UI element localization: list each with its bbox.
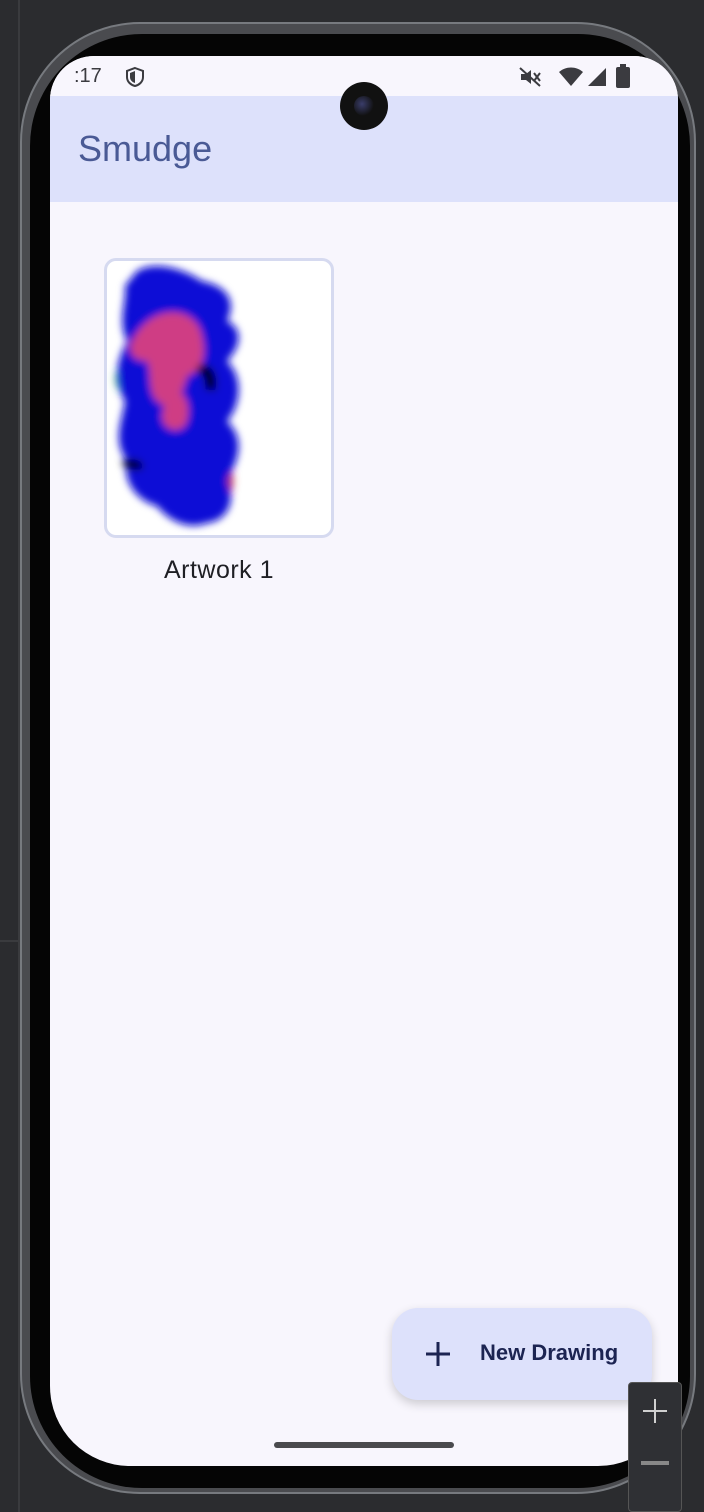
device-screen: :17 Smudge Artwork 1 New Drawing	[50, 56, 678, 1466]
zoom-out-icon[interactable]	[641, 1461, 669, 1465]
emulator-zoom-controls	[628, 1382, 682, 1512]
new-drawing-button[interactable]: New Drawing	[392, 1308, 652, 1400]
artwork-preview-image	[115, 265, 239, 526]
battery-icon	[616, 64, 630, 88]
new-drawing-label: New Drawing	[480, 1340, 619, 1365]
emulator-stage: :17 Smudge Artwork 1 New Drawing	[0, 0, 704, 1512]
app-title: Smudge	[78, 128, 213, 169]
wifi-icon	[559, 67, 583, 86]
artwork-title[interactable]: Artwork 1	[104, 556, 334, 585]
zoom-in-icon[interactable]	[641, 1397, 669, 1425]
home-gesture-bar[interactable]	[274, 1442, 454, 1448]
mute-icon	[519, 67, 541, 87]
camera-lens	[354, 96, 374, 116]
shield-icon	[126, 66, 144, 88]
plus-icon	[426, 1342, 450, 1366]
signal-icon	[588, 68, 606, 86]
status-time: :17	[74, 65, 102, 87]
front-camera	[340, 82, 388, 130]
ide-divider-horizontal	[0, 940, 18, 942]
artwork-thumbnail[interactable]	[104, 258, 334, 538]
